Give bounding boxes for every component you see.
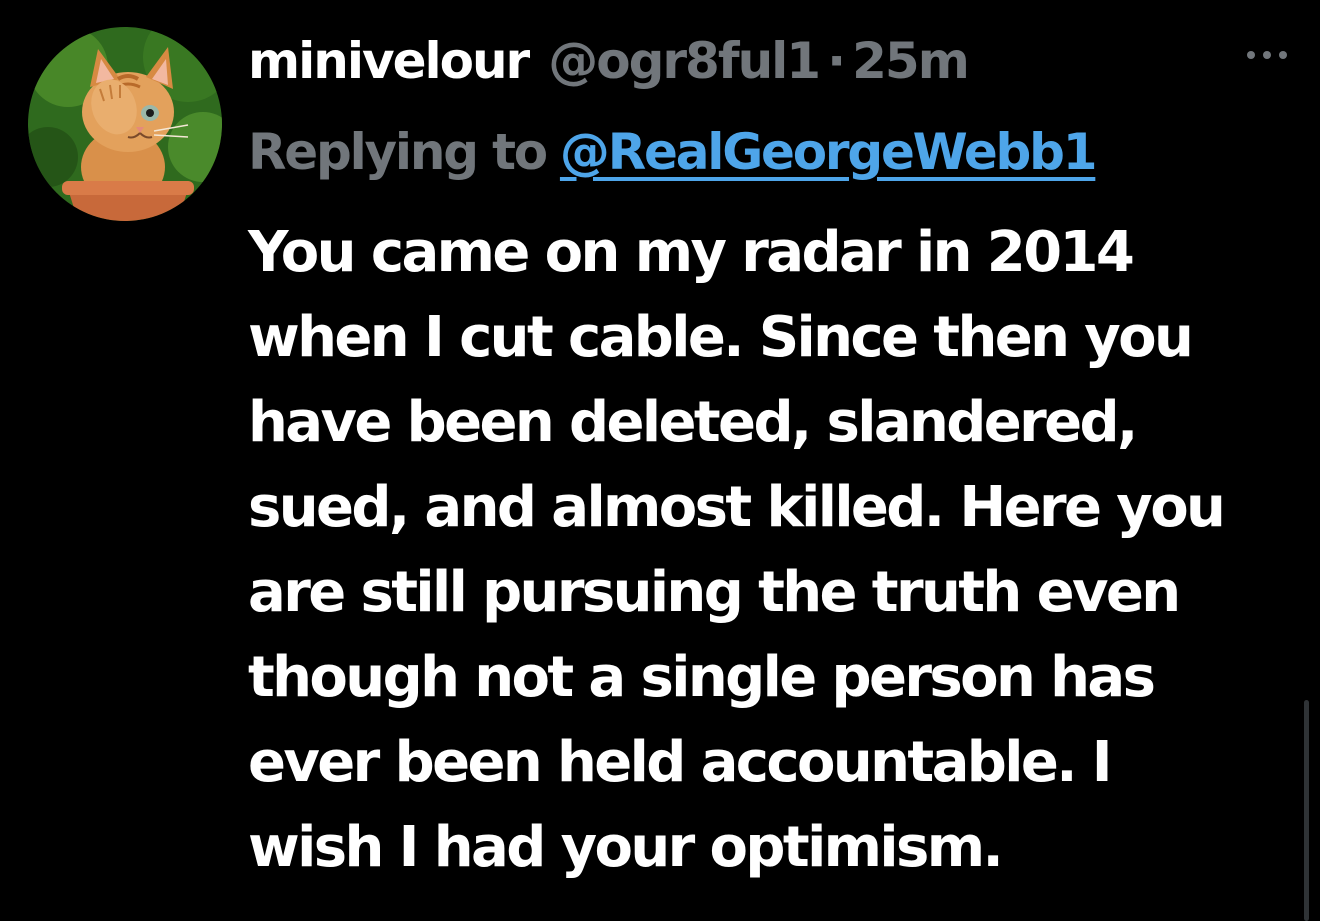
- scrollbar[interactable]: [1304, 700, 1309, 921]
- tweet-text-line: when I cut cable. Since then you: [248, 305, 1194, 370]
- tweet-text-line: are still pursuing the truth even: [248, 560, 1181, 625]
- tweet-text-line: though not a single person has: [248, 645, 1156, 710]
- display-name[interactable]: minivelour: [248, 32, 530, 90]
- user-handle[interactable]: @ogr8ful1: [548, 32, 821, 90]
- more-button[interactable]: [1242, 40, 1292, 70]
- avatar[interactable]: [28, 27, 222, 221]
- kitten-avatar-image: [28, 27, 222, 221]
- more-horizontal-icon: [1247, 51, 1287, 59]
- tweet-text-line: ever been held accountable. I: [248, 730, 1113, 795]
- tweet-text-line: sued, and almost killed. Here you: [248, 475, 1226, 540]
- replying-to-label: Replying to: [248, 123, 548, 181]
- separator: ·: [827, 32, 846, 90]
- tweet-text: You came on my radar in 2014 when I cut …: [248, 210, 1288, 890]
- tweet-text-line: You came on my radar in 2014: [248, 220, 1135, 285]
- tweet-text-line: have been deleted, slandered,: [248, 390, 1138, 455]
- reply-handle-link[interactable]: @RealGeorgeWebb1: [560, 123, 1098, 181]
- tweet-header: minivelour @ogr8ful1 · 25m: [248, 26, 970, 96]
- timestamp[interactable]: 25m: [852, 32, 970, 90]
- replying-to: Replying to @RealGeorgeWebb1: [248, 116, 1098, 188]
- tweet-text-line: wish I had your optimism.: [248, 815, 1004, 880]
